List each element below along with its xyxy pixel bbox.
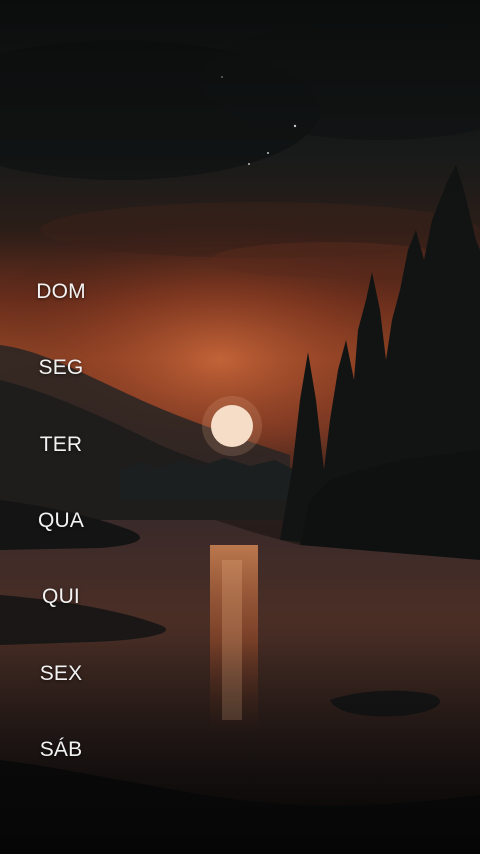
weekday-label: QUI — [42, 585, 80, 609]
weekday-label: SEG — [38, 356, 84, 380]
weekday-item-dom[interactable]: DOM — [0, 254, 122, 330]
weekday-item-seg[interactable]: SEG — [0, 330, 122, 406]
weekday-item-sex[interactable]: SEX — [0, 635, 122, 711]
weekday-item-qui[interactable]: QUI — [0, 559, 122, 635]
weekday-label: SÁB — [39, 737, 83, 761]
weekday-item-sab[interactable]: SÁB — [0, 712, 122, 788]
weekday-label: SEX — [39, 661, 83, 685]
weekday-label: TER — [39, 432, 83, 456]
weekday-label: DOM — [36, 280, 86, 304]
weekday-label: QUA — [37, 509, 85, 533]
weekday-item-qua[interactable]: QUA — [0, 483, 122, 559]
weekday-list: DOM SEG TER QUA QUI SEX SÁB — [0, 254, 122, 788]
weekday-item-ter[interactable]: TER — [0, 407, 122, 483]
day-picker-screen: DOM SEG TER QUA QUI SEX SÁB — [0, 0, 480, 854]
